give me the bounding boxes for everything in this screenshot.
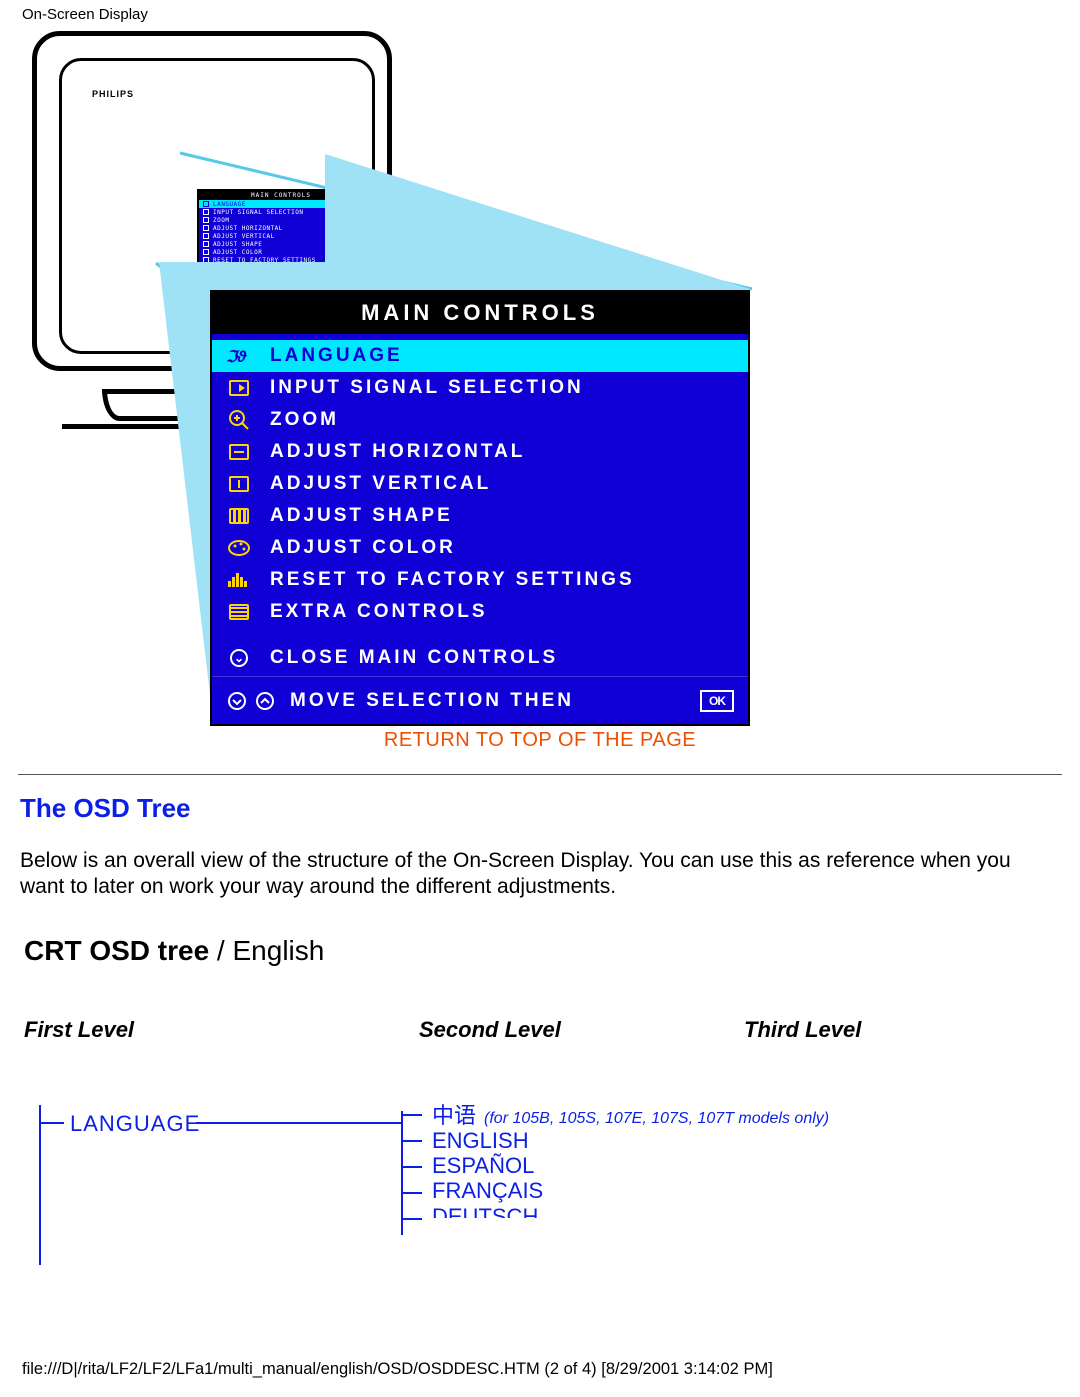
osd-item-label: Adjust Horizontal <box>270 441 525 463</box>
tree-l2-item: 中语(for 105B, 105S, 107E, 107S, 107T mode… <box>432 1103 829 1128</box>
ok-button-icon: OK <box>700 690 734 712</box>
vert-icon <box>224 473 254 495</box>
reset-icon <box>224 569 254 591</box>
osd-item-adjust-horizontal[interactable]: Adjust Horizontal <box>212 436 748 468</box>
osd-item-close[interactable]: ⌄ Close Main Controls <box>212 642 748 674</box>
language-icon: ℑϑ <box>224 345 254 367</box>
osd-item-label: Extra Controls <box>270 601 488 623</box>
color-icon <box>224 537 254 559</box>
osd-main-controls: Main Controls ℑϑ Language Input Signal S… <box>210 290 750 726</box>
osd-item-reset[interactable]: Reset to Factory Settings <box>212 564 748 596</box>
tree-title: CRT OSD tree / English <box>24 935 1080 967</box>
osd-title: Main Controls <box>212 292 748 334</box>
osd-item-label: Zoom <box>270 409 339 431</box>
osd-item-label: Adjust Vertical <box>270 473 491 495</box>
input-icon <box>224 377 254 399</box>
osd-item-extra-controls[interactable]: Extra Controls <box>212 596 748 628</box>
osd-item-language[interactable]: ℑϑ Language <box>212 340 748 372</box>
mini-osd-title: MAIN CONTROLS <box>199 191 363 200</box>
extra-icon <box>224 601 254 623</box>
tree-l2-item: ENGLISH <box>432 1128 829 1153</box>
col-first-level: First Level <box>24 1017 419 1043</box>
tree-level1-language: LANGUAGE <box>70 1111 200 1137</box>
close-icon: ⌄ <box>224 647 254 669</box>
divider <box>18 774 1062 775</box>
tree-l2-item: ESPAÑOL <box>432 1153 829 1178</box>
section-heading: The OSD Tree <box>20 793 1080 824</box>
osd-item-label: Input Signal Selection <box>270 377 584 399</box>
horiz-icon <box>224 441 254 463</box>
osd-footer: Move Selection Then OK <box>212 676 748 724</box>
osd-illustration: PHILIPS MAIN CONTROLS LANGUAGE INPUT SIG… <box>22 23 1062 723</box>
osd-item-label: Language <box>270 345 403 367</box>
col-second-level: Second Level <box>419 1017 744 1043</box>
tree-l2-item: DEUTSCH <box>432 1204 829 1218</box>
arrow-up-icon <box>254 692 276 710</box>
osd-item-label: Close Main Controls <box>270 647 558 669</box>
osd-item-label: Reset to Factory Settings <box>270 569 635 591</box>
osd-item-input-signal[interactable]: Input Signal Selection <box>212 372 748 404</box>
osd-item-adjust-vertical[interactable]: Adjust Vertical <box>212 468 748 500</box>
arrow-down-icon <box>226 692 248 710</box>
osd-footer-text: Move Selection Then <box>290 690 574 712</box>
osd-tree-diagram: CRT OSD tree / English First Level Secon… <box>24 935 1080 1235</box>
return-to-top-link[interactable]: RETURN TO TOP OF THE PAGE <box>0 729 1080 752</box>
mini-osd: MAIN CONTROLS LANGUAGE INPUT SIGNAL SELE… <box>197 189 365 299</box>
svg-text:ℑϑ: ℑϑ <box>226 349 247 365</box>
osd-item-label: Adjust Color <box>270 537 456 559</box>
osd-item-adjust-color[interactable]: Adjust Color <box>212 532 748 564</box>
zoom-icon <box>224 409 254 431</box>
shape-icon <box>224 505 254 527</box>
tree-l2-item: FRANÇAIS <box>432 1178 829 1203</box>
body-paragraph: Below is an overall view of the structur… <box>20 848 1060 901</box>
col-third-level: Third Level <box>744 1017 1080 1043</box>
page-header: On-Screen Display <box>0 0 1080 23</box>
crt-brand: PHILIPS <box>92 89 134 99</box>
return-link-text[interactable]: RETURN TO TOP OF THE PAGE <box>384 729 696 751</box>
tree-level2-list: 中语(for 105B, 105S, 107E, 107S, 107T mode… <box>432 1103 829 1218</box>
footer-file-path: file:///D|/rita/LF2/LF2/LFa1/multi_manua… <box>22 1360 773 1379</box>
osd-item-adjust-shape[interactable]: Adjust Shape <box>212 500 748 532</box>
osd-item-zoom[interactable]: Zoom <box>212 404 748 436</box>
osd-item-label: Adjust Shape <box>270 505 453 527</box>
